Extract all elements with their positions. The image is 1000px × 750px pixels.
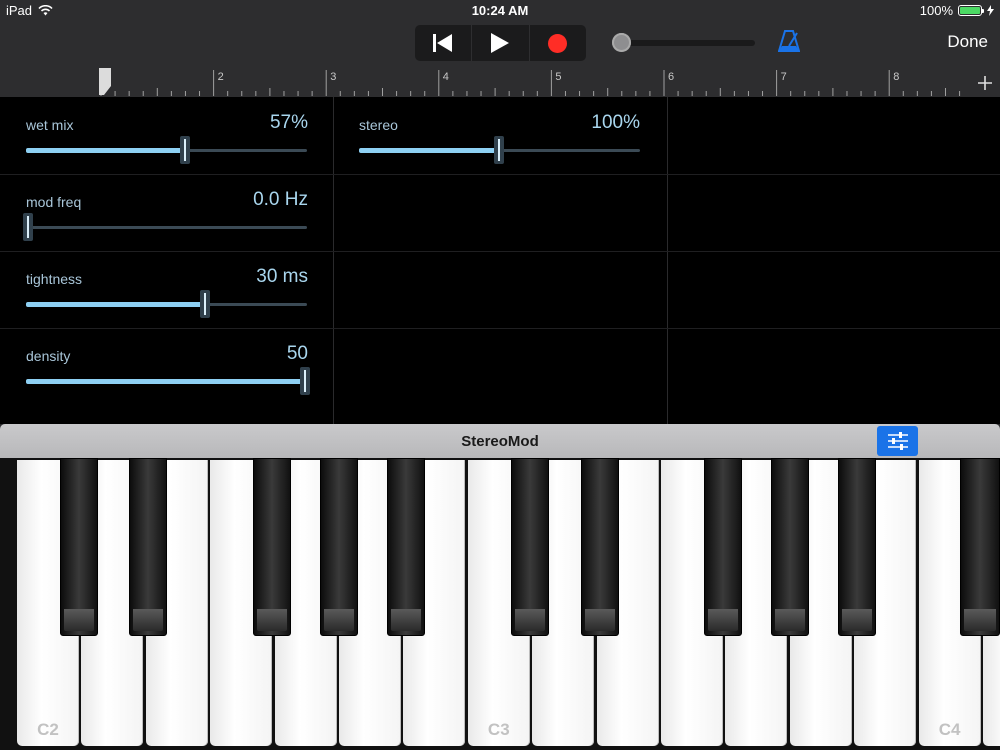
- play-button[interactable]: [472, 25, 530, 61]
- mod-freq-label: mod freq: [26, 194, 82, 210]
- metronome-icon: [777, 30, 801, 52]
- grid-divider: [333, 97, 334, 424]
- grid-divider: [667, 97, 668, 424]
- rewind-button[interactable]: [415, 25, 473, 61]
- octave-label: C4: [938, 720, 961, 739]
- instrument-header: StereoMod: [0, 424, 1000, 458]
- play-icon: [491, 33, 510, 53]
- black-key[interactable]: [253, 458, 291, 636]
- stereo-label: stereo: [359, 117, 398, 133]
- slider-track: [26, 226, 307, 229]
- black-key[interactable]: [129, 458, 167, 636]
- ruler-bar-number: 4: [442, 71, 449, 83]
- grid-divider: [0, 328, 1000, 329]
- grid-divider: [0, 174, 1000, 175]
- stereo-slider[interactable]: [359, 136, 640, 166]
- ruler-bar-number: 8: [893, 71, 900, 83]
- toolbar: Done: [0, 22, 1000, 68]
- done-button[interactable]: Done: [947, 32, 988, 52]
- stereo-value: 100%: [591, 112, 640, 133]
- slider-fill: [26, 379, 305, 384]
- wet-mix-label: wet mix: [26, 117, 74, 133]
- plugin-settings-button[interactable]: [877, 426, 918, 456]
- tightness-label: tightness: [26, 271, 83, 287]
- status-time: 10:24 AM: [471, 3, 529, 18]
- battery-icon: [958, 5, 984, 16]
- slider-fill: [359, 148, 499, 153]
- tightness-slider[interactable]: [26, 290, 307, 320]
- slider-fill: [26, 148, 185, 153]
- black-key[interactable]: [387, 458, 425, 636]
- wet-mix-value: 57%: [269, 112, 308, 133]
- playhead-icon[interactable]: [98, 68, 112, 97]
- wet-mix-slider[interactable]: [26, 136, 307, 166]
- instrument-name: StereoMod: [461, 433, 539, 450]
- volume-knob[interactable]: [612, 33, 631, 52]
- black-key[interactable]: [320, 458, 358, 636]
- battery-fill: [960, 7, 980, 14]
- volume-track: [620, 40, 755, 46]
- ruler-bar-number: 2: [217, 71, 224, 83]
- slider-knob[interactable]: [200, 290, 210, 318]
- status-bar: iPad 10:24 AM 100%: [0, 0, 1000, 22]
- charging-icon: [987, 5, 994, 16]
- octave-label: C2: [37, 720, 59, 739]
- piano-keyboard[interactable]: C2 C3 C4: [0, 458, 1000, 750]
- slider-knob[interactable]: [300, 367, 310, 395]
- density-label: density: [26, 348, 71, 364]
- black-key[interactable]: [704, 458, 742, 636]
- mod-freq-value: 0.0 Hz: [253, 189, 308, 210]
- black-key[interactable]: [581, 458, 619, 636]
- ruler-ticks: [100, 70, 961, 96]
- density-value: 50: [286, 343, 308, 364]
- rewind-icon: [433, 34, 453, 52]
- plus-icon[interactable]: [977, 75, 993, 91]
- record-button[interactable]: [530, 25, 586, 61]
- black-key[interactable]: [838, 458, 876, 636]
- ruler-bar-number: 7: [780, 71, 787, 83]
- ruler-bar-number: 3: [330, 71, 337, 83]
- timeline-ruler[interactable]: 12345678: [0, 68, 1000, 97]
- black-key[interactable]: [771, 458, 809, 636]
- plugin-parameters-panel: wet mix 57% stereo 100% mod freq 0.0 Hz …: [0, 97, 1000, 424]
- tightness-value: 30 ms: [256, 266, 308, 287]
- grid-divider: [0, 251, 1000, 252]
- ruler-bar-number: 5: [555, 71, 562, 83]
- metronome-button[interactable]: [777, 29, 801, 58]
- slider-fill: [26, 302, 205, 307]
- black-key[interactable]: [511, 458, 549, 636]
- density-slider[interactable]: [26, 367, 310, 397]
- octave-label: C3: [487, 720, 510, 739]
- black-key[interactable]: [960, 458, 1000, 636]
- record-icon: [548, 33, 568, 53]
- black-key[interactable]: [60, 458, 98, 636]
- ruler-bar-number: 6: [668, 71, 675, 83]
- sliders-icon: [887, 432, 908, 450]
- status-right: 100%: [920, 3, 994, 18]
- slider-knob[interactable]: [23, 213, 33, 241]
- transport-controls: [415, 25, 586, 61]
- mod-freq-slider[interactable]: [23, 213, 307, 243]
- battery-percent: 100%: [919, 3, 953, 18]
- slider-knob[interactable]: [180, 136, 190, 164]
- master-volume-slider[interactable]: [612, 33, 755, 53]
- slider-knob[interactable]: [494, 136, 504, 164]
